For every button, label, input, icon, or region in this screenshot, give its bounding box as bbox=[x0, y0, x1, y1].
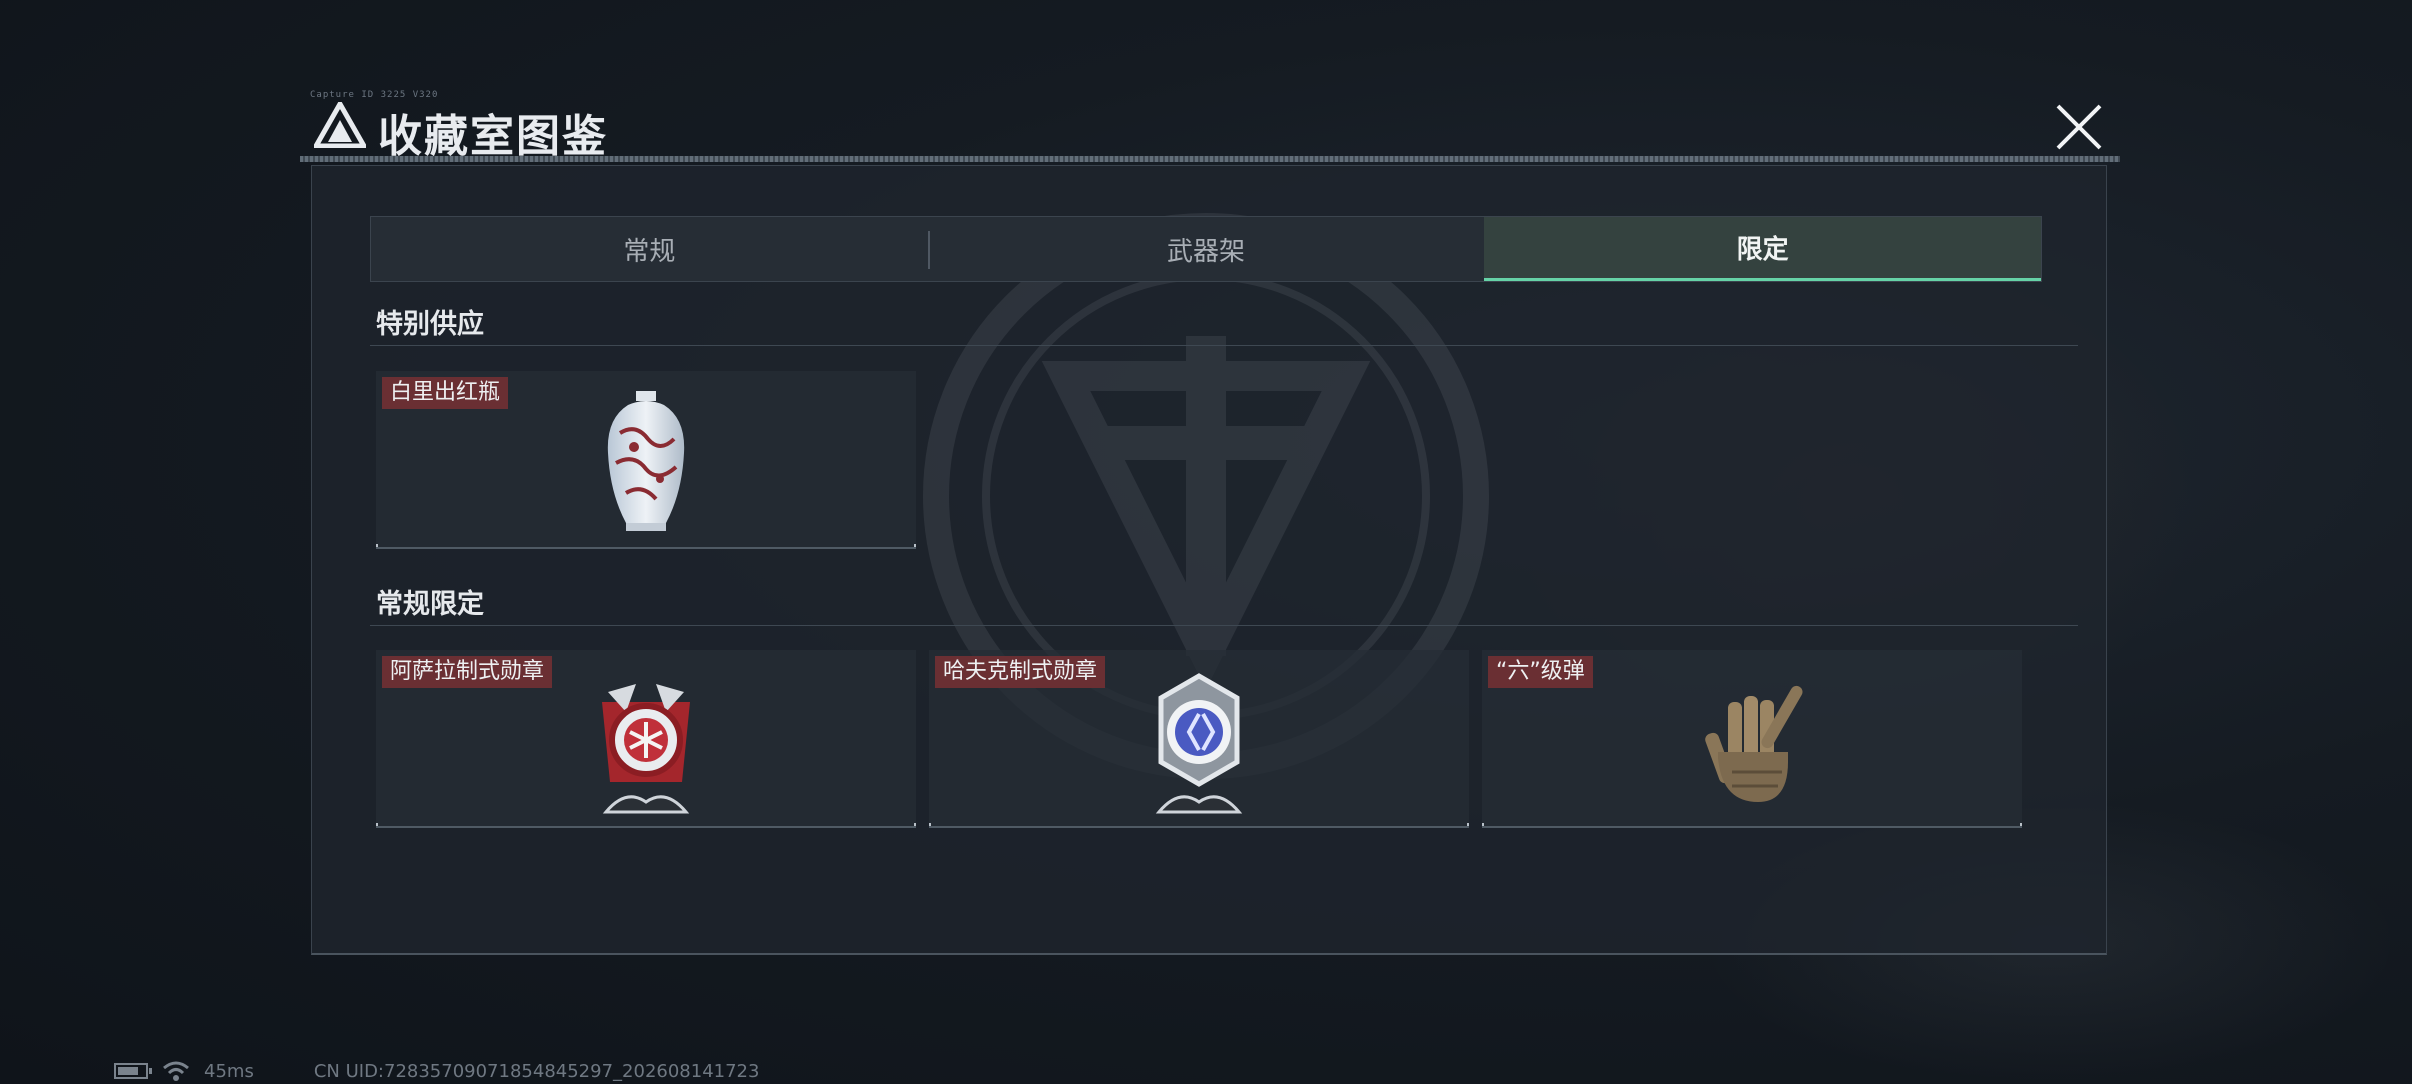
section-divider bbox=[370, 625, 2078, 626]
tab-limited[interactable]: 限定 bbox=[1484, 217, 2042, 281]
uid-text: CN UID:728357090718548452​97_20260814172… bbox=[313, 1060, 760, 1082]
battery-icon bbox=[114, 1063, 152, 1079]
vase-icon bbox=[607, 391, 685, 531]
close-button[interactable] bbox=[2046, 96, 2112, 158]
status-bar: 45ms CN UID:728357090718548452​97_202608… bbox=[114, 1060, 759, 1082]
card-label: 哈夫克制式勋章 bbox=[935, 656, 1106, 688]
collection-panel: 常规 武器架 限定 特别供应 白里出红瓶 常规限定 阿萨拉制式勋章 哈夫克制式勋… bbox=[311, 165, 2107, 955]
bullet-hand-icon bbox=[1705, 685, 1803, 802]
red-medal-icon bbox=[602, 684, 690, 814]
blue-medal-icon bbox=[1155, 673, 1243, 814]
category-tabs: 常规 武器架 限定 bbox=[370, 216, 2042, 282]
ping-text: 45ms bbox=[204, 1060, 254, 1082]
collection-card[interactable]: 白里出红瓶 bbox=[376, 371, 916, 549]
delta-logo-icon bbox=[314, 102, 366, 148]
page-title: 收藏室图鉴 bbox=[378, 111, 608, 162]
section-divider bbox=[370, 345, 2078, 346]
collection-card[interactable]: 哈夫克制式勋章 bbox=[929, 650, 1469, 828]
collection-card[interactable]: “六”级弹 bbox=[1482, 650, 2022, 828]
card-label: “六”级弹 bbox=[1488, 656, 1593, 688]
collection-card[interactable]: 阿萨拉制式勋章 bbox=[376, 650, 916, 828]
header-bar: Capture ID 3225 V320 收藏室图鉴 bbox=[300, 86, 2120, 164]
section-title-special-supply: 特别供应 bbox=[376, 309, 484, 340]
wifi-icon bbox=[163, 1061, 189, 1081]
header-divider bbox=[300, 156, 2120, 162]
close-icon bbox=[2056, 104, 2102, 150]
card-label: 阿萨拉制式勋章 bbox=[382, 656, 553, 688]
tab-weapon-rack[interactable]: 武器架 bbox=[927, 217, 1485, 281]
header-tiny-text: Capture ID 3225 V320 bbox=[310, 90, 439, 100]
section-title-regular-limited: 常规限定 bbox=[376, 589, 484, 620]
tab-regular[interactable]: 常规 bbox=[371, 217, 928, 281]
card-label: 白里出红瓶 bbox=[382, 377, 509, 409]
